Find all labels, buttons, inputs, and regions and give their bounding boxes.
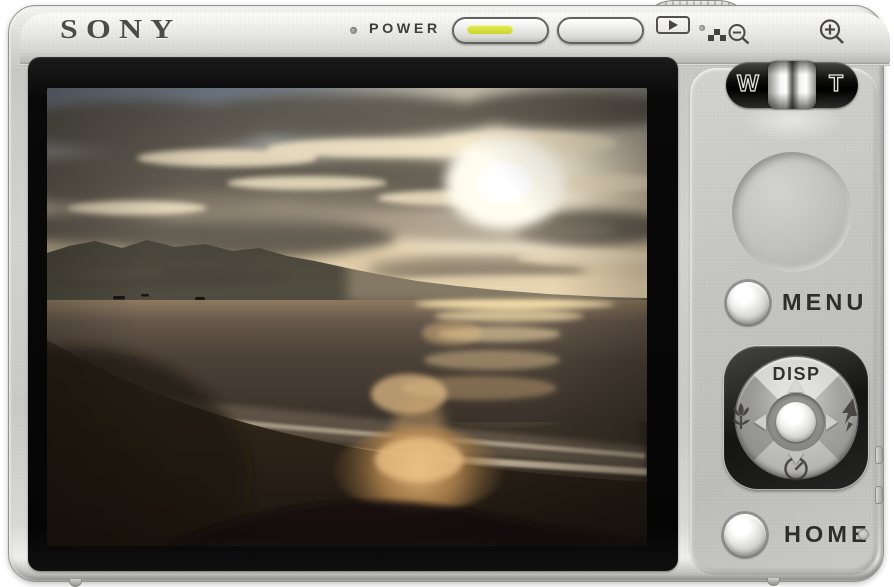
pad-down-arrow-icon[interactable]: [788, 452, 804, 464]
power-label: POWER: [369, 20, 441, 36]
macro-icon[interactable]: [727, 401, 755, 438]
lcd-bezel: [28, 57, 678, 571]
pad-up-arrow-icon[interactable]: [788, 380, 804, 392]
bottom-foot: [767, 578, 780, 586]
pad-right-arrow-icon[interactable]: [826, 414, 838, 430]
camera-back-photo: SONY POWER W T MENU DISP: [0, 0, 894, 587]
lcd-photo: [47, 88, 647, 546]
thumb-rest: [732, 152, 852, 272]
home-button[interactable]: [724, 514, 766, 556]
pad-left-arrow-icon[interactable]: [754, 414, 766, 430]
zoom-rocker-roller[interactable]: [768, 61, 816, 109]
zoom-tele-label[interactable]: T: [816, 70, 856, 97]
playback-button[interactable]: [656, 16, 690, 34]
zoom-rocker[interactable]: W T: [726, 62, 858, 108]
zoom-in-icon: [818, 18, 850, 53]
flash-icon[interactable]: [839, 398, 861, 439]
brand-logo: SONY: [60, 14, 182, 45]
power-led-icon: [350, 27, 357, 34]
bottom-foot: [69, 579, 82, 587]
strap-lug: [875, 486, 883, 504]
power-button[interactable]: [452, 17, 549, 44]
center-ok-button[interactable]: [776, 402, 816, 442]
rocker-mound: [740, 106, 844, 142]
shutter-button[interactable]: [557, 17, 644, 44]
zoom-wide-label[interactable]: W: [728, 70, 768, 97]
access-led-icon: [699, 25, 705, 31]
menu-label: MENU: [782, 289, 867, 316]
zoom-out-icon: [727, 23, 755, 53]
rear-control-panel: [690, 68, 878, 573]
screw-icon: [858, 529, 869, 540]
playback-icon: [669, 20, 678, 30]
menu-button[interactable]: [727, 282, 769, 324]
strap-lug: [875, 446, 883, 464]
index-icon: [708, 29, 726, 41]
power-button-accent: [467, 25, 513, 34]
